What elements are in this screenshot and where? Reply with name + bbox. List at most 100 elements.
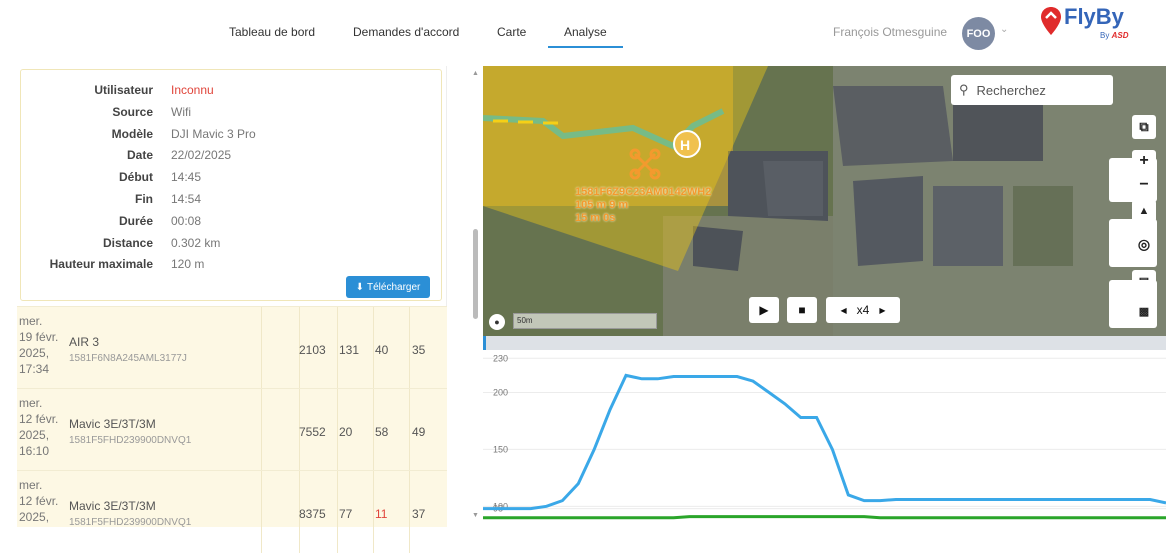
- download-button[interactable]: ⬇ Télécharger: [346, 276, 430, 298]
- detail-label: Fin: [135, 192, 153, 206]
- column-divider: [373, 389, 374, 471]
- stop-icon[interactable]: ■: [787, 297, 817, 323]
- timeline-marker[interactable]: [483, 336, 486, 350]
- detail-value: Inconnu: [171, 83, 214, 97]
- y-tick-label: 200: [493, 387, 508, 397]
- detail-value: 14:45: [171, 170, 202, 185]
- speed-selector[interactable]: ◀ x4 ▶: [826, 297, 900, 323]
- chevron-down-icon[interactable]: ⌄: [1000, 24, 1008, 35]
- column-divider: [337, 471, 338, 553]
- brand-logo: FlyBy By ASD: [1040, 4, 1155, 50]
- top-bar: Tableau de bord Demandes d'accord Carte …: [0, 0, 1166, 62]
- brand-name: FlyBy: [1064, 4, 1124, 29]
- chart-plot: 23020015010098: [483, 353, 1166, 520]
- flight-model: Mavic 3E/3T/3M: [69, 417, 156, 431]
- timeline-bar[interactable]: [483, 336, 1166, 350]
- series-line-1: [483, 515, 1166, 520]
- map-attribution-icon[interactable]: ●: [489, 314, 505, 330]
- map-search[interactable]: ⚲ Recherchez: [951, 75, 1113, 105]
- location-pin-icon: [1041, 7, 1061, 35]
- detail-row: Fin 14:54: [21, 192, 441, 212]
- nav-approval-requests[interactable]: Demandes d'accord: [353, 25, 459, 39]
- zoom-out-icon[interactable]: −: [1132, 174, 1156, 196]
- nav-map[interactable]: Carte: [497, 25, 526, 39]
- map-search-input[interactable]: Recherchez: [977, 83, 1046, 98]
- detail-row: Utilisateur Inconnu: [21, 83, 441, 103]
- detail-value: 14:54: [171, 192, 202, 206]
- nav-active-indicator: [548, 46, 623, 48]
- map-view[interactable]: H ⚲ Recherchez 1581F6Z9C23AM0142WH2 105 …: [483, 66, 1166, 336]
- detail-label: Durée: [118, 213, 153, 228]
- flight-value: 11: [375, 507, 388, 521]
- flight-value: 40: [375, 343, 389, 357]
- flight-value: 37: [412, 507, 426, 521]
- detail-label: Utilisateur: [94, 83, 153, 97]
- flight-row[interactable]: mer. 12 févr. 2025, 16:10 Mavic 3E/3T/3M 1581…: [17, 388, 447, 471]
- column-divider: [409, 471, 410, 553]
- scroll-down-icon[interactable]: ▼: [472, 512, 479, 519]
- zoom-in-icon[interactable]: +: [1132, 150, 1156, 172]
- search-icon: ⚲: [959, 82, 969, 97]
- nav-analysis[interactable]: Analyse: [564, 25, 607, 39]
- chevron-left-icon[interactable]: ◀: [841, 306, 847, 315]
- detail-label: Hauteur maximale: [49, 257, 153, 272]
- y-tick-label: 150: [493, 444, 508, 454]
- column-divider: [409, 307, 410, 389]
- detail-row: Durée 00:08: [21, 214, 441, 234]
- column-divider: [261, 307, 262, 389]
- y-tick-label: 230: [493, 353, 508, 363]
- flight-row[interactable]: mer. 19 févr. 2025, 17:34 AIR 3 1581F6N8A245A…: [17, 306, 447, 389]
- detail-label: Modèle: [111, 126, 153, 141]
- play-icon[interactable]: ▶: [749, 297, 779, 323]
- avatar[interactable]: FOO: [962, 17, 995, 50]
- flight-value: 35: [412, 343, 426, 357]
- detail-value: 0.302 km: [171, 235, 221, 250]
- scroll-up-icon[interactable]: ▲: [472, 70, 479, 77]
- chevron-right-icon[interactable]: ▶: [879, 306, 885, 315]
- detail-value: 120 m: [171, 257, 205, 272]
- detail-value: 22/02/2025: [171, 148, 232, 163]
- detail-row: Date 22/02/2025: [21, 148, 441, 168]
- detail-row: Source Wifi: [21, 105, 441, 125]
- flight-date: mer. 12 févr. 2025, 16:10: [19, 396, 59, 458]
- speed-value: x4: [856, 303, 870, 317]
- fullscreen-icon[interactable]: ⧉: [1132, 115, 1156, 139]
- detail-label: Date: [126, 148, 153, 163]
- detail-row: Début 14:45: [21, 170, 441, 190]
- flight-model: AIR 3: [69, 335, 100, 349]
- flight-serial: 1581F6N8A245AML3177J: [69, 353, 187, 364]
- locate-icon[interactable]: ◎: [1132, 232, 1156, 256]
- column-divider: [409, 389, 410, 471]
- flight-value: 77: [339, 507, 353, 521]
- column-divider: [337, 307, 338, 389]
- detail-row: Distance 0.302 km: [21, 236, 441, 256]
- flight-value: 8375: [299, 507, 326, 521]
- flight-value: 131: [339, 343, 360, 357]
- flight-value: 7552: [299, 425, 326, 439]
- detail-row: Hauteur maximale 120 m: [21, 257, 441, 277]
- download-icon: ⬇: [355, 281, 365, 293]
- column-divider: [337, 389, 338, 471]
- detail-row: Modèle DJI Mavic 3 Pro: [21, 127, 441, 147]
- column-divider: [373, 471, 374, 553]
- detail-value: Wifi: [171, 104, 191, 119]
- altitude-chart: 230 200 150 100 98: [483, 336, 1166, 527]
- svg-text:H: H: [680, 137, 690, 153]
- flight-details-card: Utilisateur Inconnu Source Wifi Modèle DJI Ma…: [20, 69, 442, 301]
- flight-row[interactable]: mer. 12 févr. 2025, Mavic 3E/3T/3M 1581F5FHD…: [17, 470, 447, 553]
- flight-list: mer. 19 févr. 2025, 17:34 AIR 3 1581F6N8A245A…: [17, 306, 447, 553]
- flight-value: 49: [412, 425, 426, 439]
- flight-serial: 1581F5FHD239900DNVQ1: [69, 435, 192, 446]
- detail-value: 00:08: [171, 213, 202, 228]
- detail-label: Distance: [102, 235, 153, 250]
- flight-value: 2103: [299, 343, 326, 357]
- drone-label: 1581F6Z9C23AM0142WH2 105 m 9 m 15 m 0s: [575, 186, 712, 224]
- layers-icon[interactable]: ▩: [1132, 300, 1156, 322]
- series-line-0: [483, 373, 1166, 511]
- scrollbar-thumb[interactable]: [473, 229, 478, 319]
- nav-dashboard[interactable]: Tableau de bord: [229, 25, 315, 39]
- user-name[interactable]: François Otmesguine: [833, 25, 947, 39]
- flight-date: mer. 19 févr. 2025, 17:34: [19, 314, 59, 376]
- flight-model: Mavic 3E/3T/3M: [69, 499, 156, 513]
- left-scrollbar[interactable]: ▲ ▼: [470, 66, 482, 527]
